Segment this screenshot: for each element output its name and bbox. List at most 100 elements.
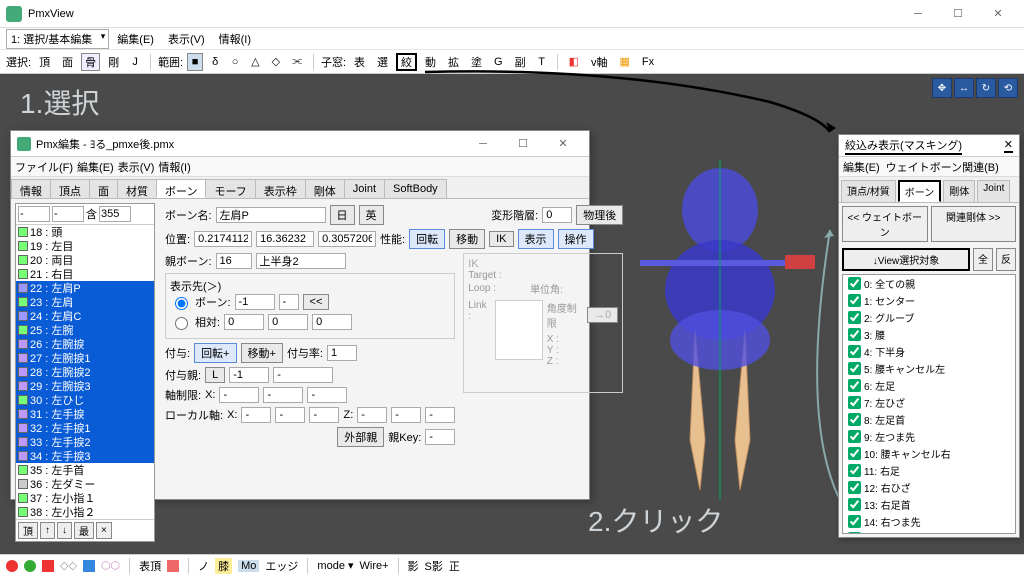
filter-to[interactable]	[52, 206, 84, 222]
opt-rel-z[interactable]	[312, 314, 352, 330]
bone-row[interactable]: 29 : 左腕捩3	[16, 379, 154, 393]
grant-rate[interactable]	[327, 345, 357, 361]
mask-item[interactable]: 5: 腰キャンセル左	[843, 360, 1015, 377]
sub-move[interactable]: 動	[421, 53, 440, 71]
sb-ortho[interactable]: 正	[449, 558, 460, 574]
gizmo-zoom-icon[interactable]: ↻	[976, 78, 996, 98]
mask-view-select-button[interactable]: ↓View選択対象	[842, 248, 970, 271]
axis-y[interactable]	[263, 387, 303, 403]
mask-check[interactable]	[848, 498, 861, 511]
mask-rigid-button[interactable]: 関連剛体 >>	[931, 206, 1017, 242]
menu-view[interactable]: 表示(V)	[162, 29, 211, 49]
perf-disp[interactable]: 表示	[518, 229, 554, 249]
sub-mask[interactable]: 絞	[396, 53, 417, 71]
mask-list[interactable]: 0: 全ての親1: センター2: グルーブ3: 腰4: 下半身5: 腰キャンセル…	[842, 274, 1016, 534]
range-link-icon[interactable]: ⫘	[288, 53, 306, 71]
mask-item[interactable]: 15: 上半身	[843, 530, 1015, 534]
bone-list[interactable]: 含 18 : 頭19 : 左目20 : 両目21 : 右目22 : 左肩P23 …	[15, 203, 155, 542]
editor-tab-1[interactable]: 頂点	[50, 179, 90, 198]
editor-tab-0[interactable]: 情報	[11, 179, 51, 198]
mask-check[interactable]	[848, 464, 861, 477]
editor-tab-3[interactable]: 材質	[117, 179, 157, 198]
sub-expand[interactable]: 拡	[444, 53, 463, 71]
sb-blue-icon[interactable]	[83, 560, 95, 572]
pos-x[interactable]	[194, 231, 252, 247]
editor-close[interactable]: ✕	[543, 132, 583, 156]
mask-item[interactable]: 3: 腰	[843, 326, 1015, 343]
bone-row[interactable]: 26 : 左腕捩	[16, 337, 154, 351]
sb-surface[interactable]: 表頂	[139, 558, 161, 574]
bone-row[interactable]: 20 : 両目	[16, 253, 154, 267]
editor-tab-4[interactable]: ボーン	[156, 179, 206, 198]
perf-rot[interactable]: 回転	[409, 229, 445, 249]
mask-item[interactable]: 12: 右ひざ	[843, 479, 1015, 496]
list-foot-btn[interactable]: 頂	[18, 522, 38, 539]
mask-check[interactable]	[848, 515, 861, 528]
ik-link-list[interactable]	[495, 300, 543, 360]
lang-jp-button[interactable]: 日	[330, 205, 355, 225]
local-z2[interactable]	[391, 407, 421, 423]
bone-row[interactable]: 24 : 左肩C	[16, 309, 154, 323]
bone-row[interactable]: 30 : 左ひじ	[16, 393, 154, 407]
grant-L[interactable]: L	[205, 367, 225, 383]
mask-item[interactable]: 14: 右つま先	[843, 513, 1015, 530]
range-rect-icon[interactable]: ■	[187, 53, 203, 71]
sb-mode[interactable]: mode ▾	[317, 559, 353, 572]
mask-check[interactable]	[848, 413, 861, 426]
deform-input[interactable]	[542, 207, 572, 223]
bone-row[interactable]: 22 : 左肩P	[16, 281, 154, 295]
sub-t[interactable]: T	[534, 53, 550, 71]
tb-bone[interactable]: 骨	[81, 53, 100, 71]
perf-op[interactable]: 操作	[558, 229, 594, 249]
bone-name-input[interactable]	[216, 207, 326, 223]
bone-row[interactable]: 36 : 左ダミー	[16, 477, 154, 491]
mask-check[interactable]	[848, 345, 861, 358]
grant-mov[interactable]: 移動+	[241, 343, 283, 363]
mask-check[interactable]	[848, 328, 861, 341]
bone-row[interactable]: 32 : 左手捩1	[16, 421, 154, 435]
mask-item[interactable]: 9: 左つま先	[843, 428, 1015, 445]
grid-icon[interactable]: ▦	[616, 53, 634, 71]
mask-item[interactable]: 13: 右足首	[843, 496, 1015, 513]
grant-parent-name[interactable]	[273, 367, 333, 383]
editor-menu-info[interactable]: 情報(I)	[158, 159, 190, 175]
mask-item[interactable]: 4: 下半身	[843, 343, 1015, 360]
menu-info[interactable]: 情報(I)	[213, 29, 257, 49]
local-z[interactable]	[357, 407, 387, 423]
mask-check[interactable]	[848, 277, 861, 290]
bone-row[interactable]: 18 : 頭	[16, 225, 154, 239]
editor-tab-6[interactable]: 表示枠	[255, 179, 306, 198]
sb-shadow[interactable]: 影	[408, 558, 419, 574]
mask-check[interactable]	[848, 311, 861, 324]
editor-tab-5[interactable]: モーフ	[205, 179, 255, 198]
mask-titlebar[interactable]: 絞込み表示(マスキング) ✕	[839, 135, 1019, 157]
sb-green-icon[interactable]	[24, 560, 36, 572]
opt-bone-value[interactable]	[235, 294, 275, 310]
editor-menu-edit[interactable]: 編集(E)	[77, 159, 114, 175]
mask-item[interactable]: 10: 腰キャンセル右	[843, 445, 1015, 462]
sub-sub[interactable]: 副	[511, 53, 530, 71]
minimize-button[interactable]: ─	[898, 2, 938, 26]
mask-tab-2[interactable]: 剛体	[943, 180, 975, 202]
bone-row[interactable]: 19 : 左目	[16, 239, 154, 253]
mask-all-button[interactable]: 全	[973, 248, 993, 271]
gizmo-rotate-icon[interactable]: ⟲	[998, 78, 1018, 98]
mask-check[interactable]	[848, 481, 861, 494]
mask-item[interactable]: 0: 全ての親	[843, 275, 1015, 292]
grant-parent-value[interactable]	[229, 367, 269, 383]
bone-row[interactable]: 23 : 左肩	[16, 295, 154, 309]
list-foot-btn[interactable]: ×	[96, 522, 112, 539]
mask-menu-edit[interactable]: 編集(E)	[843, 159, 880, 175]
physics-after-button[interactable]: 物理後	[576, 205, 623, 225]
bone-row[interactable]: 28 : 左腕捩2	[16, 365, 154, 379]
editor-menu-view[interactable]: 表示(V)	[118, 159, 155, 175]
gizmo-move-icon[interactable]: ✥	[932, 78, 952, 98]
sb-tri-icon[interactable]	[42, 560, 54, 572]
maximize-button[interactable]: ☐	[938, 2, 978, 26]
mask-menu-weight[interactable]: ウェイトボーン関連(B)	[886, 159, 999, 175]
mask-check[interactable]	[848, 294, 861, 307]
pos-z[interactable]	[318, 231, 376, 247]
bone-row[interactable]: 33 : 左手捩2	[16, 435, 154, 449]
opt-rel-x[interactable]	[224, 314, 264, 330]
mask-check[interactable]	[848, 532, 861, 534]
